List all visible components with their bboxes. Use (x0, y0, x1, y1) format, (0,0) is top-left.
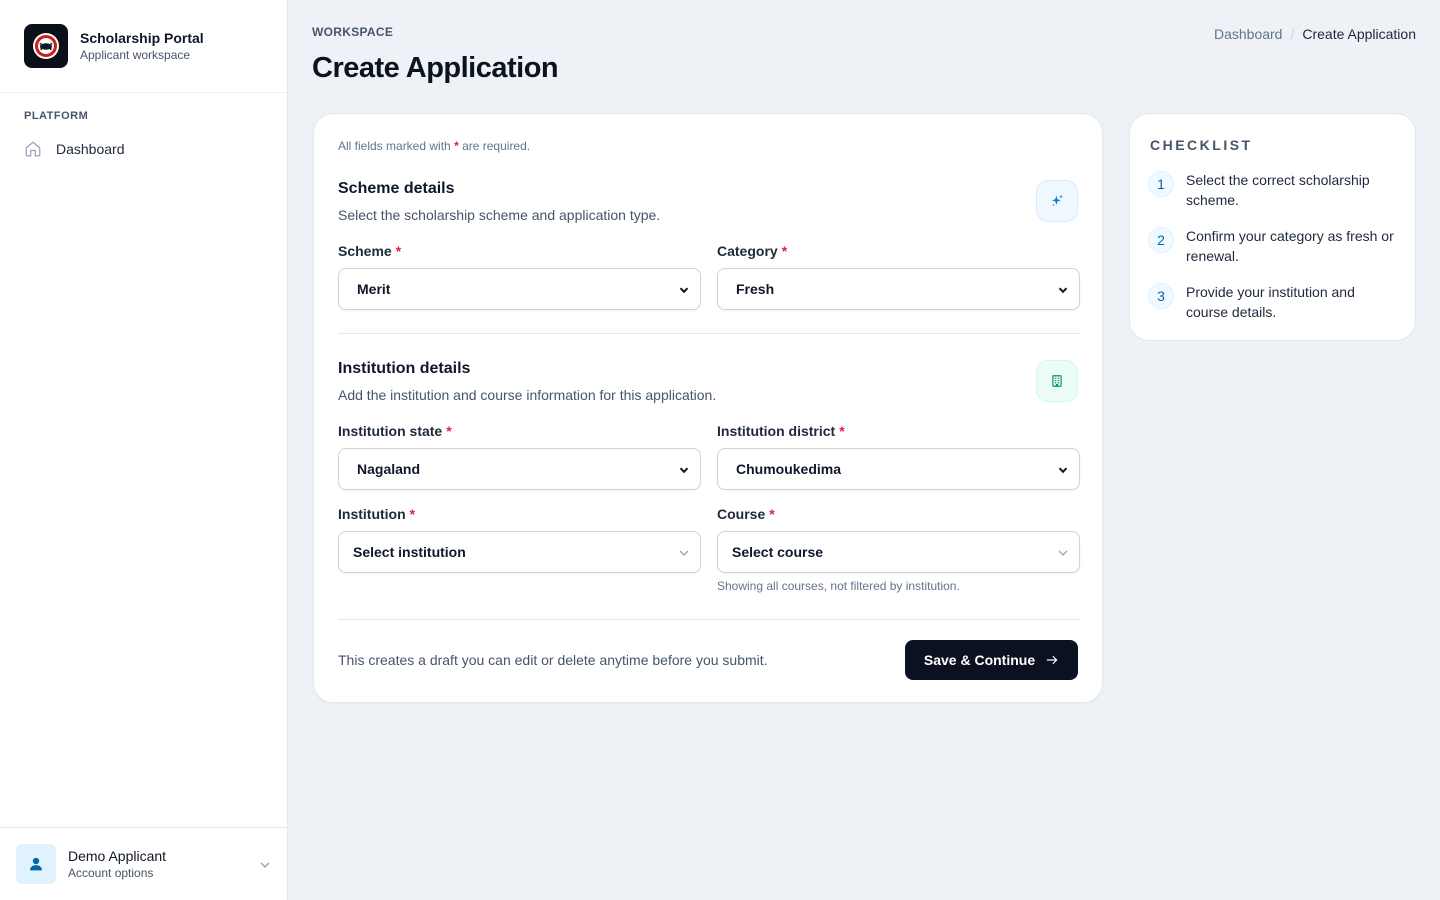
home-icon (24, 140, 42, 158)
institution-district-label-text: Institution district (717, 423, 836, 439)
brand[interactable]: Scholarship Portal Applicant workspace (0, 0, 287, 93)
institution-state-select[interactable]: Nagaland (338, 448, 701, 490)
required-star: * (839, 423, 845, 439)
sparkles-icon (1036, 180, 1078, 222)
course-placeholder: Select course (732, 544, 824, 560)
portal-logo (24, 24, 68, 68)
institution-placeholder: Select institution (353, 544, 466, 560)
course-label-text: Course (717, 506, 766, 522)
page-eyebrow: WORKSPACE (312, 25, 394, 39)
category-label: Category * (717, 243, 787, 259)
user-icon (30, 857, 42, 871)
chevron-down-icon (678, 463, 690, 481)
scheme-select[interactable]: Merit (338, 268, 701, 310)
institution-section-description: Add the institution and course informati… (338, 387, 717, 403)
chevron-down-icon (1057, 283, 1069, 301)
institution-state-label: Institution state * (338, 423, 452, 439)
institution-district-label: Institution district * (717, 423, 845, 439)
checklist-text: Provide your institution and course deta… (1186, 284, 1355, 320)
required-fields-note: All fields marked with * are required. (338, 139, 530, 153)
sidebar: Scholarship Portal Applicant workspace P… (0, 0, 288, 900)
page-title: Create Application (312, 52, 559, 84)
draft-note: This creates a draft you can edit or del… (338, 652, 768, 668)
avatar (16, 844, 56, 884)
chevron-down-icon (678, 283, 690, 301)
checklist-number: 1 (1148, 171, 1174, 197)
checklist-text: Select the correct scholarship scheme. (1186, 172, 1370, 208)
required-note-suffix: are required. (462, 139, 531, 153)
required-star: * (409, 506, 416, 522)
brand-subtitle: Applicant workspace (80, 47, 191, 62)
institution-section-title: Institution details (338, 360, 471, 377)
course-label: Course * (717, 506, 775, 522)
breadcrumb-current: Create Application (1302, 26, 1416, 42)
institution-district-value: Chumoukedima (736, 461, 842, 477)
breadcrumb-separator: / (1290, 26, 1295, 42)
section-divider (338, 619, 1080, 620)
course-combobox[interactable]: Select course (717, 531, 1080, 573)
required-star: * (446, 423, 452, 439)
breadcrumb-dashboard-link[interactable]: Dashboard (1214, 26, 1283, 42)
required-star: * (781, 243, 788, 259)
chevron-down-icon (259, 858, 271, 876)
section-divider (338, 333, 1080, 334)
breadcrumb: Dashboard / Create Application (1214, 26, 1416, 42)
application-form-card: All fields marked with * are required. S… (313, 113, 1103, 703)
required-star: * (395, 243, 402, 259)
course-hint: Showing all courses, not filtered by ins… (717, 579, 960, 593)
checklist-item: 2 Confirm your category as fresh or rene… (1148, 226, 1400, 266)
category-select[interactable]: Fresh (717, 268, 1080, 310)
required-star: * (454, 139, 459, 153)
institution-label: Institution * (338, 506, 415, 522)
user-subtitle: Account options (68, 865, 154, 880)
save-continue-label: Save & Continue (923, 652, 1036, 668)
category-label-text: Category (717, 243, 778, 259)
scheme-section-title: Scheme details (338, 180, 455, 197)
checklist-number: 2 (1148, 227, 1174, 253)
required-star: * (769, 506, 775, 522)
institution-state-value: Nagaland (357, 461, 421, 477)
required-note-prefix: All fields marked with (338, 139, 451, 153)
sidebar-item-label: Dashboard (56, 141, 125, 157)
institution-district-select[interactable]: Chumoukedima (717, 448, 1080, 490)
save-continue-button[interactable]: Save & Continue (905, 640, 1078, 680)
institution-label-text: Institution (338, 506, 406, 522)
checklist-item: 3 Provide your institution and course de… (1148, 282, 1400, 322)
scheme-section-description: Select the scholarship scheme and applic… (338, 207, 661, 223)
checklist-item: 1 Select the correct scholarship scheme. (1148, 170, 1400, 210)
checklist-number: 3 (1148, 283, 1174, 309)
brand-title: Scholarship Portal (80, 29, 204, 46)
category-select-value: Fresh (736, 281, 775, 297)
scheme-label: Scheme * (338, 243, 401, 259)
institution-combobox[interactable]: Select institution (338, 531, 701, 573)
nav-section-heading: PLATFORM (24, 110, 89, 122)
account-menu[interactable]: Demo Applicant Account options (0, 827, 287, 900)
institution-state-label-text: Institution state (338, 423, 443, 439)
user-name: Demo Applicant (68, 847, 167, 864)
sidebar-item-dashboard[interactable]: Dashboard (24, 139, 263, 159)
checklist-text: Confirm your category as fresh or renewa… (1186, 228, 1394, 264)
chevron-down-icon (678, 546, 690, 564)
building-icon (1036, 360, 1078, 402)
chevron-down-icon (1057, 463, 1069, 481)
scheme-label-text: Scheme (338, 243, 392, 259)
chevron-down-icon (1057, 546, 1069, 564)
checklist-title: CHECKLIST (1150, 137, 1253, 153)
scheme-select-value: Merit (357, 281, 391, 297)
checklist-card: CHECKLIST 1 Select the correct scholarsh… (1129, 113, 1416, 341)
arrow-right-icon (1045, 653, 1059, 667)
